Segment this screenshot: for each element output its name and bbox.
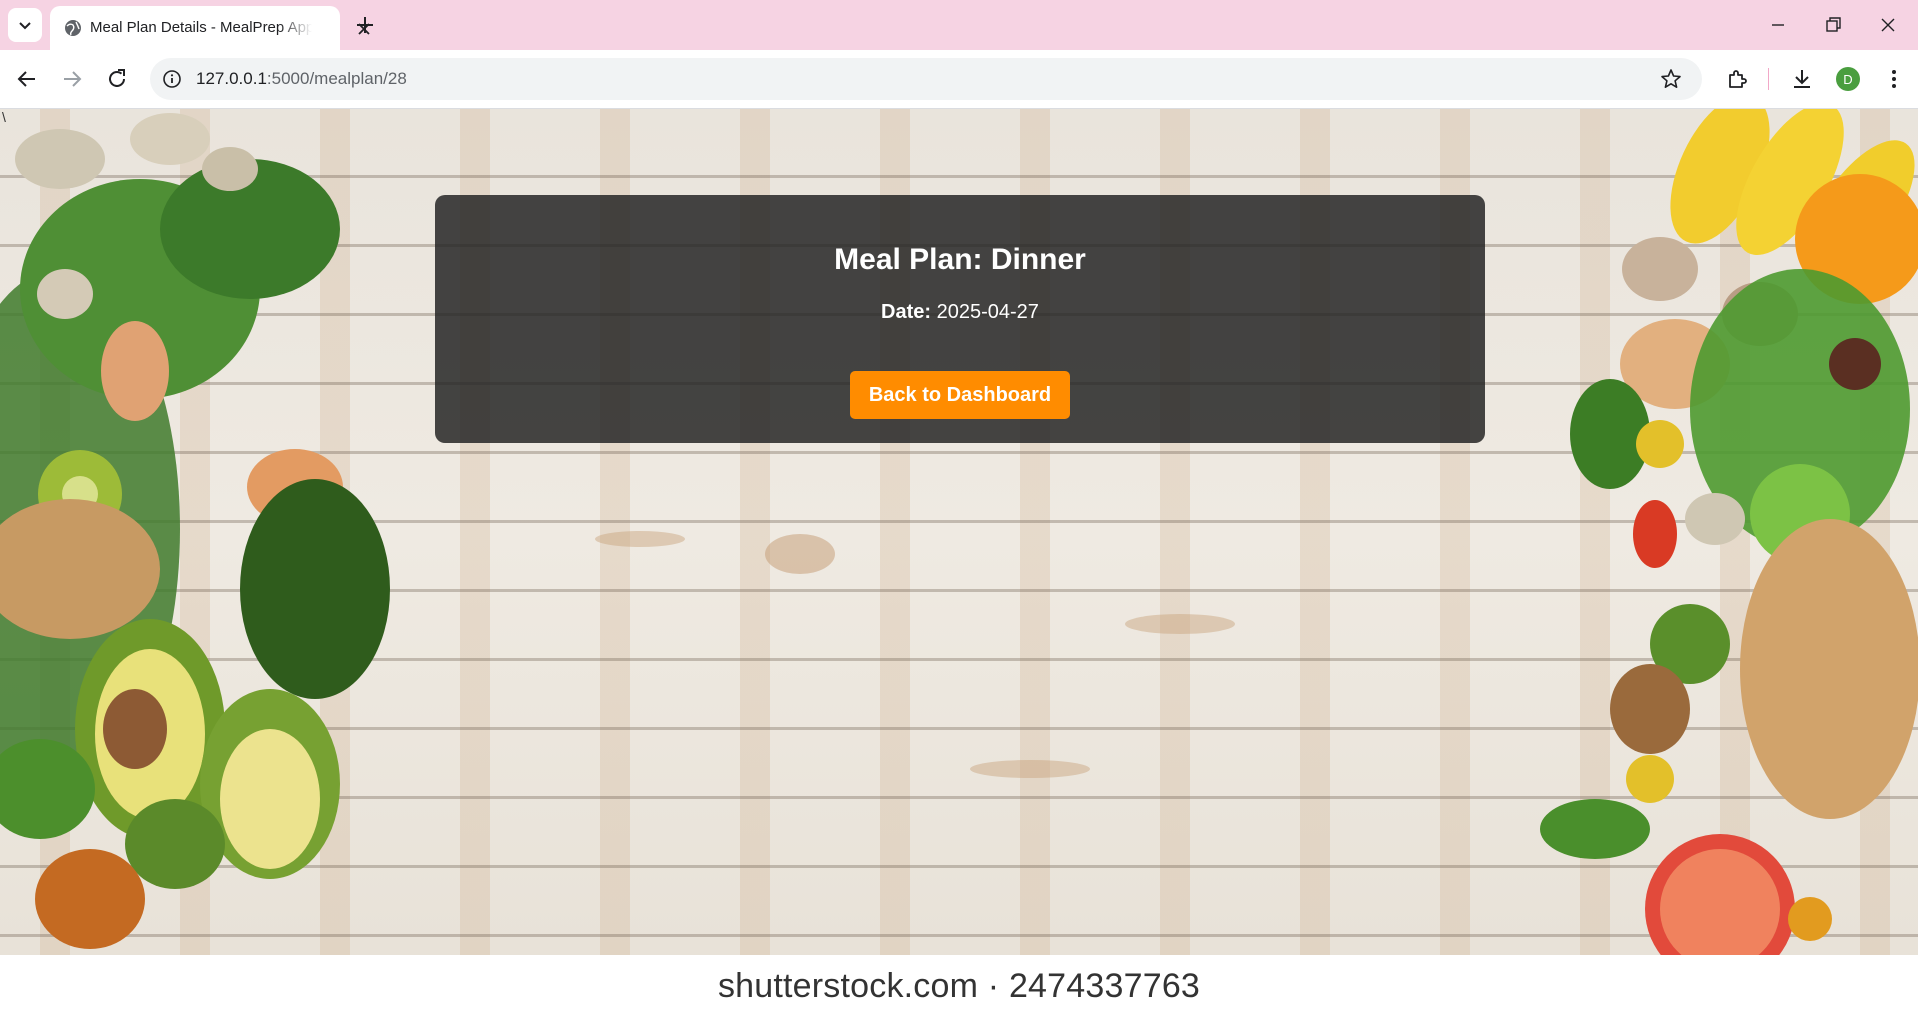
download-icon[interactable] [1790, 67, 1814, 91]
back-to-dashboard-button[interactable]: Back to Dashboard [850, 371, 1070, 419]
tab-search-button[interactable] [8, 8, 42, 42]
bookmark-star-icon[interactable] [1660, 68, 1682, 90]
address-bar[interactable]: 127.0.0.1:5000/mealplan/28 [150, 58, 1702, 100]
url-host: 127.0.0.1 [196, 69, 267, 88]
new-tab-icon[interactable] [354, 14, 376, 36]
reload-icon[interactable] [105, 67, 129, 91]
site-info-icon[interactable] [162, 69, 182, 89]
page-viewport: \ Meal Plan: Dinner Date: 2025-04-27 Bac… [0, 109, 1918, 1017]
profile-avatar[interactable]: D [1836, 67, 1860, 91]
browser-toolbar: 127.0.0.1:5000/mealplan/28 D [0, 50, 1918, 109]
extensions-icon[interactable] [1725, 67, 1749, 91]
restore-icon[interactable] [1821, 14, 1845, 36]
meal-plan-card: Meal Plan: Dinner Date: 2025-04-27 Back … [435, 195, 1485, 443]
minimize-icon[interactable] [1766, 14, 1790, 36]
back-arrow-icon[interactable] [15, 67, 39, 91]
stray-character: \ [2, 109, 6, 125]
toolbar-divider [1768, 68, 1769, 90]
url-path: :5000/mealplan/28 [266, 69, 407, 88]
tab-title: Meal Plan Details - MealPrep App [90, 19, 312, 36]
browser-tab-bar: Meal Plan Details - MealPrep App [0, 0, 1918, 50]
page-title: Meal Plan: Dinner [834, 243, 1086, 276]
browser-tab-active[interactable]: Meal Plan Details - MealPrep App [50, 6, 370, 50]
globe-icon [65, 20, 81, 36]
meal-plan-date: Date: 2025-04-27 [435, 301, 1485, 324]
forward-arrow-icon[interactable] [60, 67, 84, 91]
date-label: Date: [881, 301, 932, 323]
stock-watermark: shutterstock.com · 2474337763 [717, 967, 1201, 1005]
close-window-icon[interactable] [1876, 14, 1900, 36]
date-value: 2025-04-27 [936, 301, 1039, 323]
menu-kebab-icon[interactable] [1882, 67, 1906, 91]
chevron-down-icon [19, 22, 31, 30]
url-text: 127.0.0.1:5000/mealplan/28 [196, 69, 407, 89]
